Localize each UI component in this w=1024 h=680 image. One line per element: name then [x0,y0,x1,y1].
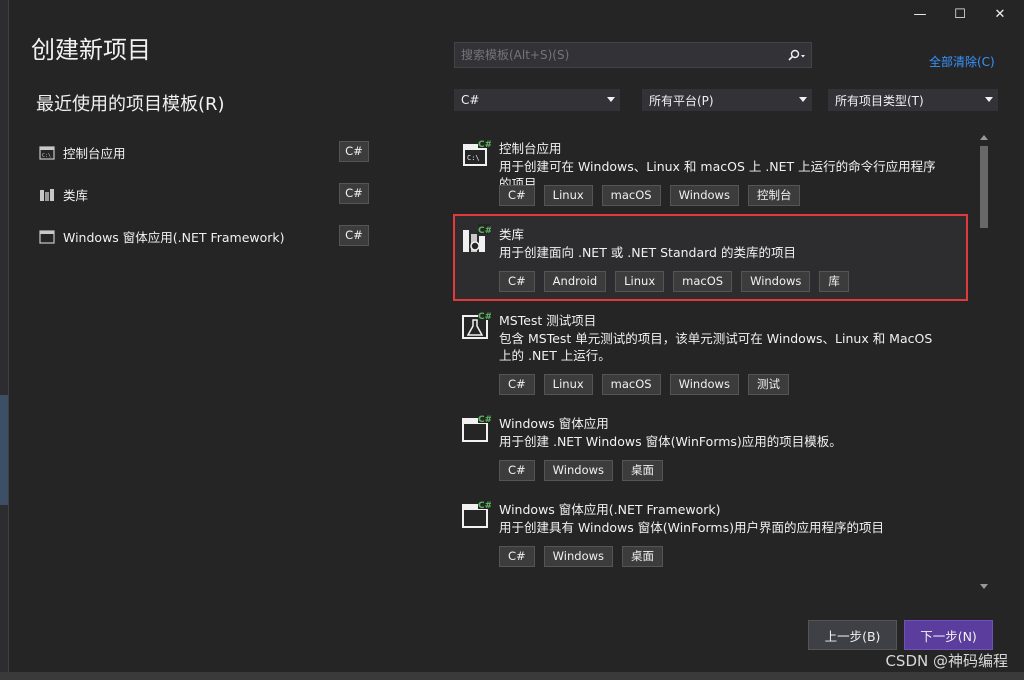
chevron-down-icon [799,97,807,102]
template-tags: C# Windows 桌面 [499,460,664,481]
template-tags: C# Linux macOS Windows 控制台 [499,185,801,206]
language-filter[interactable]: C# [454,89,620,111]
taskbar-edge [0,672,1024,680]
svg-text:C#: C# [478,140,491,150]
close-button[interactable]: ✕ [989,6,1011,24]
tag: 库 [819,271,849,292]
console-app-icon: C:\ [39,145,55,160]
template-description: 用于创建面向 .NET 或 .NET Standard 的类库的项目 [499,245,796,260]
watermark: CSDN @神码编程 [885,652,1008,670]
tag: macOS [601,374,661,395]
template-tags: C# Linux macOS Windows 测试 [499,374,789,395]
platform-filter-value: 所有平台(P) [649,93,714,108]
background-strip [0,0,8,680]
svg-text:C#: C# [478,415,491,425]
lang-tag: C# [339,141,369,162]
recent-templates-heading: 最近使用的项目模板(R) [36,94,225,115]
template-name: Windows 窗体应用(.NET Framework) [499,502,721,517]
scroll-down-icon[interactable] [980,584,988,589]
search-icon[interactable] [783,43,811,67]
platform-filter[interactable]: 所有平台(P) [642,89,812,111]
template-list: C:\ C# 控制台应用 用于创建可在 Windows、Linux 和 macOS… [445,128,990,592]
winforms-icon [39,229,55,244]
template-item-winforms-framework[interactable]: C# Windows 窗体应用(.NET Framework) 用于创建具有 W… [445,499,965,579]
minimize-button[interactable]: — [909,6,931,24]
template-item-console[interactable]: C:\ C# 控制台应用 用于创建可在 Windows、Linux 和 macOS… [445,138,965,218]
tag: Windows [669,185,739,206]
template-search-box[interactable] [454,42,812,68]
console-app-icon: C:\ C# [461,138,492,168]
lang-tag: C# [339,183,369,204]
template-description: 包含 MSTest 单元测试的项目，该单元测试可在 Windows、Linux … [499,331,933,363]
winforms-icon: C# [461,499,492,529]
class-library-icon [39,187,55,201]
tag: 桌面 [622,460,664,481]
test-project-icon: C# [461,310,492,340]
tag: Windows [669,374,739,395]
template-name: 类库 [499,227,525,242]
language-filter-value: C# [461,93,480,107]
recent-item-label: 控制台应用 [63,145,126,161]
tag: Linux [615,271,665,292]
tag: C# [499,546,535,567]
tag: C# [499,271,535,292]
page-title: 创建新项目 [31,36,151,64]
recent-item-label: 类库 [63,187,89,203]
template-item-mstest[interactable]: C# MSTest 测试项目 包含 MSTest 单元测试的项目，该单元测试可在… [445,310,965,406]
template-name: Windows 窗体应用 [499,416,609,431]
search-input[interactable] [461,48,783,62]
tag: C# [499,185,535,206]
tag: Linux [543,374,593,395]
lang-tag: C# [339,225,369,246]
maximize-button[interactable]: ☐ [949,6,971,24]
chevron-down-icon [607,97,615,102]
project-type-filter[interactable]: 所有项目类型(T) [828,89,998,111]
chevron-down-icon [985,97,993,102]
clear-all-link[interactable]: 全部清除(C) [929,53,995,70]
template-tags: C# Android Linux macOS Windows 库 [499,271,849,292]
template-name: 控制台应用 [499,141,562,156]
scrollbar-thumb[interactable] [980,146,988,228]
svg-text:C#: C# [478,312,491,322]
template-tags: C# Windows 桌面 [499,546,664,567]
template-description: 用于创建具有 Windows 窗体(WinForms)用户界面的应用程序的项目 [499,520,884,535]
winforms-icon: C# [461,413,492,443]
class-library-icon: C# [461,224,492,254]
svg-text:C:\: C:\ [467,154,480,162]
next-button[interactable]: 下一步(N) [904,620,993,650]
template-item-winforms[interactable]: C# Windows 窗体应用 用于创建 .NET Windows 窗体(Win… [445,413,965,493]
template-description: 用于创建 .NET Windows 窗体(WinForms)应用的项目模板。 [499,434,842,449]
tag: macOS [673,271,733,292]
tag: 测试 [747,374,789,395]
template-item-class-library[interactable]: C# 类库 用于创建面向 .NET 或 .NET Standard 的类库的项目… [445,224,965,304]
tag: Windows [543,460,614,481]
project-type-filter-value: 所有项目类型(T) [835,93,924,108]
scroll-up-icon[interactable] [980,135,988,140]
svg-text:C#: C# [478,501,491,511]
tag: Android [543,271,607,292]
recent-item-winforms-framework[interactable]: Windows 窗体应用(.NET Framework) C# [39,224,369,248]
recent-item-console[interactable]: C:\ 控制台应用 C# [39,140,369,164]
back-button[interactable]: 上一步(B) [808,620,897,650]
tag: Linux [543,185,593,206]
recent-item-label: Windows 窗体应用(.NET Framework) [63,229,285,245]
recent-item-class-library[interactable]: 类库 C# [39,182,369,206]
tag: Windows [741,271,811,292]
tag: 控制台 [747,185,801,206]
svg-text:C:\: C:\ [42,153,51,159]
tag: 桌面 [622,546,664,567]
background-strip-accent [0,395,8,505]
svg-text:C#: C# [478,226,491,236]
template-name: MSTest 测试项目 [499,313,597,328]
tag: Windows [543,546,614,567]
tag: macOS [601,185,661,206]
tag: C# [499,460,535,481]
tag: C# [499,374,535,395]
template-list-scrollbar[interactable] [977,130,991,592]
